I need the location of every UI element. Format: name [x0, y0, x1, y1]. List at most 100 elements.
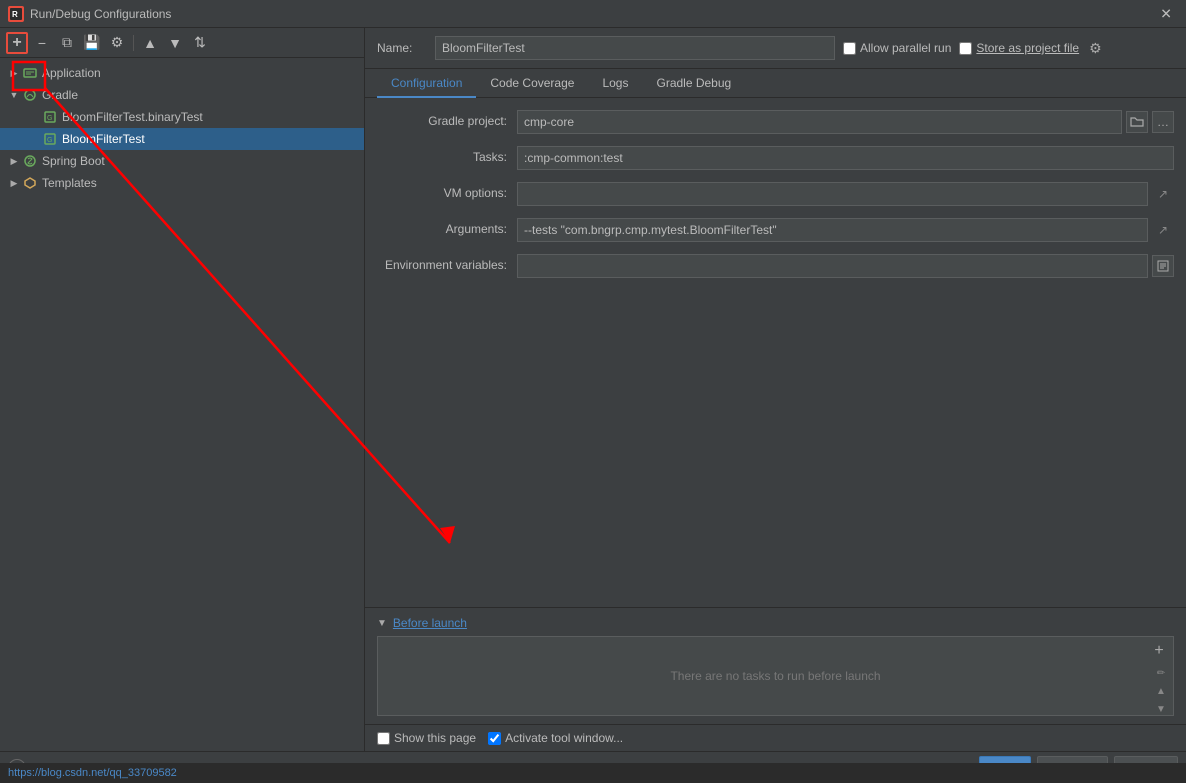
- before-launch-title[interactable]: Before launch: [393, 616, 467, 630]
- gradle-icon: [22, 87, 38, 103]
- svg-text:R: R: [12, 10, 18, 19]
- svg-text:G: G: [47, 115, 52, 122]
- before-launch-header: ▼ Before launch: [377, 616, 1174, 630]
- expand-icon-gradle: ▼: [8, 89, 20, 101]
- gradle-project-input-wrap: …: [517, 110, 1174, 134]
- tree-item-application[interactable]: ▶ Application: [0, 62, 364, 84]
- env-variables-label: Environment variables:: [377, 254, 517, 272]
- tasks-label: Tasks:: [377, 146, 517, 164]
- arguments-row: Arguments: ↗: [377, 218, 1174, 244]
- close-button[interactable]: ✕: [1154, 3, 1178, 24]
- tasks-input[interactable]: [517, 146, 1174, 170]
- allow-parallel-checkbox[interactable]: [843, 42, 856, 55]
- store-as-project-checkbox[interactable]: [959, 42, 972, 55]
- activate-tool-checkbox[interactable]: [488, 732, 501, 745]
- before-launch-add-button[interactable]: +: [1149, 641, 1169, 661]
- config-panel: Gradle project: … Tasks: VM options:: [365, 98, 1186, 607]
- tree-item-label-templates: Templates: [42, 176, 97, 190]
- gradle-project-row: Gradle project: …: [377, 110, 1174, 136]
- tree-item-label-application: Application: [42, 66, 101, 80]
- env-variables-expand-button[interactable]: [1152, 255, 1174, 277]
- expand-icon-templates: ▶: [8, 177, 20, 189]
- app-icon: R: [8, 6, 24, 22]
- main-container: + − ⧉ 💾 ⚙ ▲ ▼ ⇅ ▶ Application ▼: [0, 28, 1186, 751]
- title-bar: R Run/Debug Configurations ✕: [0, 0, 1186, 28]
- env-variables-input[interactable]: [517, 254, 1148, 278]
- before-launch-toggle[interactable]: ▼: [377, 618, 387, 629]
- url-bar: https://blog.csdn.net/qq_33709582: [0, 763, 1186, 783]
- env-variables-row: Environment variables:: [377, 254, 1174, 280]
- allow-parallel-label[interactable]: Allow parallel run: [843, 41, 951, 55]
- left-panel: + − ⧉ 💾 ⚙ ▲ ▼ ⇅ ▶ Application ▼: [0, 28, 365, 751]
- before-launch-content: + ✏ ▲ ▼ There are no tasks to run before…: [377, 636, 1174, 716]
- expand-icon-bloom-binary: [28, 111, 40, 123]
- no-tasks-text: There are no tasks to run before launch: [670, 669, 880, 683]
- settings-config-button[interactable]: ⚙: [106, 32, 128, 54]
- template-icon: [22, 175, 38, 191]
- arguments-input[interactable]: [517, 218, 1148, 242]
- window-title: Run/Debug Configurations: [30, 7, 171, 21]
- spring-icon: [22, 153, 38, 169]
- tabs-bar: Configuration Code Coverage Logs Gradle …: [365, 69, 1186, 98]
- left-toolbar: + − ⧉ 💾 ⚙ ▲ ▼ ⇅: [0, 28, 364, 58]
- app-icon-application: [22, 65, 38, 81]
- config-gear-button[interactable]: ⚙: [1087, 38, 1104, 59]
- gradle-icon-bloom-binary: G: [42, 109, 58, 125]
- toolbar-separator: [133, 35, 134, 51]
- arguments-expand-button[interactable]: ↗: [1152, 219, 1174, 241]
- tasks-row: Tasks:: [377, 146, 1174, 172]
- tab-code-coverage[interactable]: Code Coverage: [476, 70, 588, 98]
- tree-item-bloom-main[interactable]: G BloomFilterTest: [0, 128, 364, 150]
- move-up-button[interactable]: ▲: [139, 32, 161, 54]
- tree-item-label-gradle: Gradle: [42, 88, 78, 102]
- bottom-bar: Show this page Activate tool window...: [365, 724, 1186, 751]
- expand-icon-bloom-main: [28, 133, 40, 145]
- vm-options-input[interactable]: [517, 182, 1148, 206]
- config-tree: ▶ Application ▼ Gradle G Bloom: [0, 58, 364, 751]
- tab-gradle-debug[interactable]: Gradle Debug: [642, 70, 745, 98]
- tab-logs[interactable]: Logs: [588, 70, 642, 98]
- right-panel: Name: Allow parallel run Store as projec…: [365, 28, 1186, 751]
- svg-text:G: G: [47, 137, 52, 144]
- before-launch-up-button[interactable]: ▲: [1153, 683, 1169, 699]
- arguments-label: Arguments:: [377, 218, 517, 236]
- gradle-project-folder-button[interactable]: [1126, 111, 1148, 133]
- show-page-checkbox[interactable]: [377, 732, 390, 745]
- gradle-project-more-button[interactable]: …: [1152, 111, 1174, 133]
- name-label: Name:: [377, 41, 427, 55]
- before-launch-scroll-buttons: ✏ ▲ ▼: [1153, 665, 1169, 717]
- tree-item-label-bloom-main: BloomFilterTest: [62, 132, 145, 146]
- store-as-project-label[interactable]: Store as project file: [959, 41, 1079, 55]
- tree-item-bloom-binary[interactable]: G BloomFilterTest.binaryTest: [0, 106, 364, 128]
- name-row: Name: Allow parallel run Store as projec…: [365, 28, 1186, 69]
- vm-options-input-wrap: ↗: [517, 182, 1174, 206]
- activate-tool-label[interactable]: Activate tool window...: [488, 731, 623, 745]
- add-config-button[interactable]: +: [6, 32, 28, 54]
- gradle-icon-bloom-main: G: [42, 131, 58, 147]
- vm-options-expand-button[interactable]: ↗: [1152, 183, 1174, 205]
- save-config-button[interactable]: 💾: [81, 32, 103, 54]
- tree-item-label-bloom-binary: BloomFilterTest.binaryTest: [62, 110, 203, 124]
- tree-item-label-spring-boot: Spring Boot: [42, 154, 105, 168]
- url-text: https://blog.csdn.net/qq_33709582: [8, 767, 177, 779]
- gradle-project-label: Gradle project:: [377, 110, 517, 128]
- before-launch-edit-button[interactable]: ✏: [1153, 665, 1169, 681]
- tab-configuration[interactable]: Configuration: [377, 70, 476, 98]
- tree-item-gradle[interactable]: ▼ Gradle: [0, 84, 364, 106]
- gradle-project-input[interactable]: [517, 110, 1122, 134]
- vm-options-row: VM options: ↗: [377, 182, 1174, 208]
- remove-config-button[interactable]: −: [31, 32, 53, 54]
- copy-config-button[interactable]: ⧉: [56, 32, 78, 54]
- before-launch-section: ▼ Before launch + ✏ ▲ ▼ There are no tas…: [365, 607, 1186, 724]
- sort-button[interactable]: ⇅: [189, 32, 211, 54]
- tree-item-templates[interactable]: ▶ Templates: [0, 172, 364, 194]
- before-launch-down-button[interactable]: ▼: [1153, 701, 1169, 717]
- tree-item-spring-boot[interactable]: ▶ Spring Boot: [0, 150, 364, 172]
- env-variables-input-wrap: [517, 254, 1174, 278]
- name-input[interactable]: [435, 36, 835, 60]
- expand-icon-application: ▶: [8, 67, 20, 79]
- move-down-button[interactable]: ▼: [164, 32, 186, 54]
- arguments-input-wrap: ↗: [517, 218, 1174, 242]
- expand-icon-spring-boot: ▶: [8, 155, 20, 167]
- show-page-label[interactable]: Show this page: [377, 731, 476, 745]
